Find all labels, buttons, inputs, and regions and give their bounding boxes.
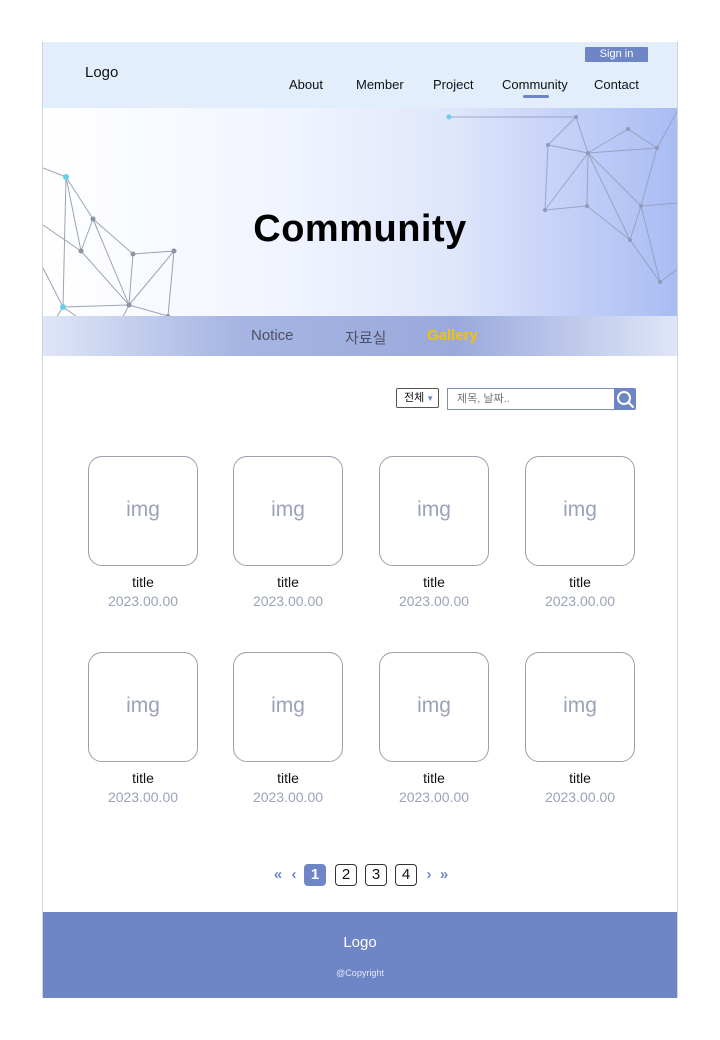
gallery-card[interactable]: img title 2023.00.00 <box>525 652 635 805</box>
nav-contact[interactable]: Contact <box>594 77 639 92</box>
nav-project[interactable]: Project <box>433 77 473 92</box>
footer-logo[interactable]: Logo <box>43 934 677 951</box>
site-header: Logo Sign in About Member Project Commun… <box>43 42 677 108</box>
card-image[interactable]: img <box>525 652 635 762</box>
gallery-card[interactable]: img title 2023.00.00 <box>233 652 343 805</box>
card-date: 2023.00.00 <box>252 593 324 609</box>
nav-community[interactable]: Community <box>502 77 568 92</box>
prev-page-button[interactable]: ‹ <box>288 864 300 886</box>
filter-select-value: 전체 <box>404 392 425 404</box>
card-date: 2023.00.00 <box>252 789 324 805</box>
gallery-card[interactable]: img title 2023.00.00 <box>88 652 198 805</box>
card-title[interactable]: title <box>233 574 343 590</box>
card-date: 2023.00.00 <box>107 593 179 609</box>
page-frame: Logo Sign in About Member Project Commun… <box>42 42 678 998</box>
last-page-button[interactable]: » <box>437 864 451 886</box>
search-icon <box>617 391 635 409</box>
card-image[interactable]: img <box>379 456 489 566</box>
card-title[interactable]: title <box>88 770 198 786</box>
card-date: 2023.00.00 <box>107 789 179 805</box>
card-image[interactable]: img <box>88 652 198 762</box>
page-3-button[interactable]: 3 <box>365 864 387 886</box>
gallery-card[interactable]: img title 2023.00.00 <box>88 456 198 609</box>
filter-select[interactable]: 전체 ▼ <box>396 388 439 408</box>
card-date: 2023.00.00 <box>544 789 616 805</box>
card-title[interactable]: title <box>379 770 489 786</box>
next-page-button[interactable]: › <box>423 864 435 886</box>
first-page-button[interactable]: « <box>271 864 285 886</box>
card-image[interactable]: img <box>379 652 489 762</box>
card-date: 2023.00.00 <box>544 593 616 609</box>
nav-about[interactable]: About <box>289 77 323 92</box>
gallery-card[interactable]: img title 2023.00.00 <box>525 456 635 609</box>
gallery-card[interactable]: img title 2023.00.00 <box>379 652 489 805</box>
page-title: Community <box>253 208 467 250</box>
card-title[interactable]: title <box>525 574 635 590</box>
card-title[interactable]: title <box>233 770 343 786</box>
card-title[interactable]: title <box>379 574 489 590</box>
tab-data-room[interactable]: 자료실 <box>345 327 386 348</box>
caret-down-icon: ▼ <box>426 394 435 403</box>
search-button[interactable] <box>614 388 636 410</box>
card-date: 2023.00.00 <box>398 789 470 805</box>
card-date: 2023.00.00 <box>398 593 470 609</box>
header-logo[interactable]: Logo <box>85 64 118 81</box>
page-2-button[interactable]: 2 <box>335 864 357 886</box>
card-image[interactable]: img <box>525 456 635 566</box>
card-image[interactable]: img <box>88 456 198 566</box>
sign-in-button[interactable]: Sign in <box>585 47 648 62</box>
card-image[interactable]: img <box>233 652 343 762</box>
gallery-card[interactable]: img title 2023.00.00 <box>379 456 489 609</box>
community-subtabs: Notice 자료실 Gallery <box>43 316 677 356</box>
gallery-card[interactable]: img title 2023.00.00 <box>233 456 343 609</box>
card-image[interactable]: img <box>233 456 343 566</box>
hero-banner: Community <box>43 108 677 316</box>
site-footer: Logo @Copyright <box>43 912 677 998</box>
nav-active-indicator <box>523 95 549 98</box>
nav-member[interactable]: Member <box>356 77 404 92</box>
card-title[interactable]: title <box>525 770 635 786</box>
page-1-button[interactable]: 1 <box>304 864 326 886</box>
tab-gallery[interactable]: Gallery <box>427 327 478 344</box>
tab-notice[interactable]: Notice <box>251 327 294 344</box>
search-input[interactable] <box>447 388 615 410</box>
page-4-button[interactable]: 4 <box>395 864 417 886</box>
copyright-text: @Copyright <box>336 968 384 978</box>
card-title[interactable]: title <box>88 574 198 590</box>
